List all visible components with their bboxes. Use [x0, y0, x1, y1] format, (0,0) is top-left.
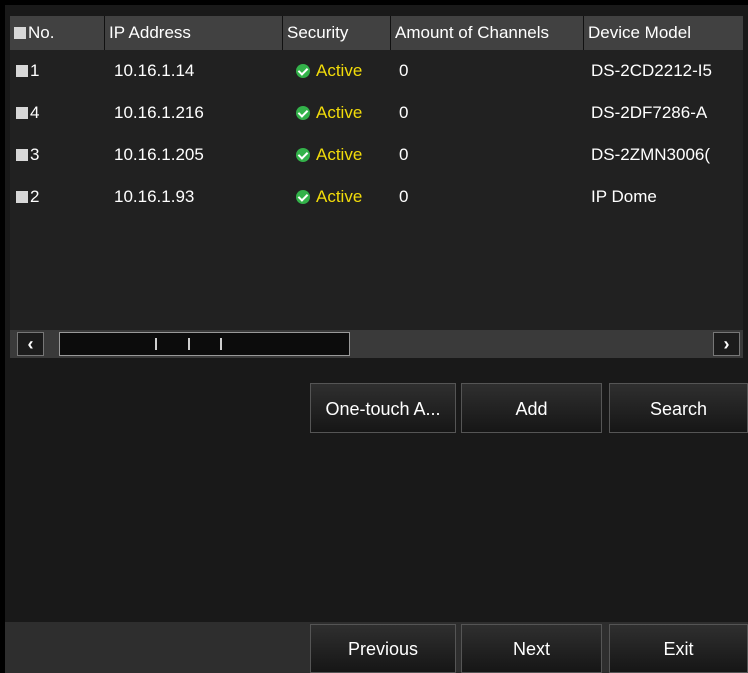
- row-no: 1: [30, 61, 40, 80]
- row-no-cell: 2: [16, 176, 101, 218]
- table-row[interactable]: 1 10.16.1.14 Active 0 DS-2CD2212-I5: [10, 50, 743, 92]
- row-no-cell: 4: [16, 92, 101, 134]
- previous-button[interactable]: Previous: [310, 624, 456, 673]
- table-header: No. IP Address Security Amount of Channe…: [10, 16, 743, 50]
- row-model: DS-2CD2212-I5: [591, 61, 712, 80]
- scroll-right-icon[interactable]: ›: [713, 332, 740, 356]
- active-check-icon: [296, 64, 310, 78]
- row-channels: 0: [399, 145, 409, 164]
- column-header-model[interactable]: Device Model: [584, 16, 743, 50]
- row-checkbox[interactable]: [16, 65, 28, 77]
- grip-line-icon: [155, 338, 157, 350]
- row-ip: 10.16.1.93: [114, 187, 195, 206]
- row-security-status: Active: [316, 61, 363, 80]
- column-header-ip-label: IP Address: [109, 23, 191, 42]
- exit-button[interactable]: Exit: [609, 624, 748, 673]
- row-model: DS-2DF7286-A: [591, 103, 708, 122]
- device-table: No. IP Address Security Amount of Channe…: [10, 16, 743, 330]
- active-check-icon: [296, 190, 310, 204]
- one-touch-add-button[interactable]: One-touch A...: [310, 383, 456, 433]
- grip-line-icon: [220, 338, 222, 350]
- table-row[interactable]: 2 10.16.1.93 Active 0 IP Dome: [10, 176, 743, 218]
- row-ip: 10.16.1.14: [114, 61, 195, 80]
- column-header-channels-label: Amount of Channels: [395, 23, 550, 42]
- next-button[interactable]: Next: [461, 624, 602, 673]
- row-no: 4: [30, 103, 40, 122]
- column-header-ip[interactable]: IP Address: [105, 16, 283, 50]
- row-no: 3: [30, 145, 40, 164]
- row-channels: 0: [399, 187, 409, 206]
- column-header-security[interactable]: Security: [283, 16, 391, 50]
- row-checkbox[interactable]: [16, 191, 28, 203]
- horizontal-scrollbar[interactable]: ‹ ›: [10, 330, 743, 358]
- row-security-status: Active: [316, 145, 363, 164]
- row-security-status: Active: [316, 187, 363, 206]
- row-security: Active: [296, 50, 396, 92]
- row-no: 2: [30, 187, 40, 206]
- add-button[interactable]: Add: [461, 383, 602, 433]
- row-security: Active: [296, 176, 396, 218]
- column-header-channels[interactable]: Amount of Channels: [391, 16, 584, 50]
- row-no-cell: 3: [16, 134, 101, 176]
- row-model: DS-2ZMN3006(: [591, 145, 711, 164]
- grip-line-icon: [188, 338, 190, 350]
- row-checkbox[interactable]: [16, 149, 28, 161]
- column-header-no-label: No.: [28, 23, 55, 42]
- table-row[interactable]: 4 10.16.1.216 Active 0 DS-2DF7286-A: [10, 92, 743, 134]
- row-channels: 0: [399, 103, 409, 122]
- column-header-model-label: Device Model: [588, 23, 691, 42]
- row-security: Active: [296, 92, 396, 134]
- row-channels: 0: [399, 61, 409, 80]
- column-header-no[interactable]: No.: [10, 16, 105, 50]
- row-security-status: Active: [316, 103, 363, 122]
- active-check-icon: [296, 148, 310, 162]
- row-ip: 10.16.1.205: [114, 145, 204, 164]
- row-model: IP Dome: [591, 187, 657, 206]
- active-check-icon: [296, 106, 310, 120]
- select-all-checkbox[interactable]: [14, 27, 26, 39]
- row-security: Active: [296, 134, 396, 176]
- scrollbar-thumb[interactable]: [59, 332, 350, 356]
- table-row[interactable]: 3 10.16.1.205 Active 0 DS-2ZMN3006(: [10, 134, 743, 176]
- row-ip: 10.16.1.216: [114, 103, 204, 122]
- row-no-cell: 1: [16, 50, 101, 92]
- row-checkbox[interactable]: [16, 107, 28, 119]
- scroll-left-icon[interactable]: ‹: [17, 332, 44, 356]
- column-header-security-label: Security: [287, 23, 349, 42]
- search-button[interactable]: Search: [609, 383, 748, 433]
